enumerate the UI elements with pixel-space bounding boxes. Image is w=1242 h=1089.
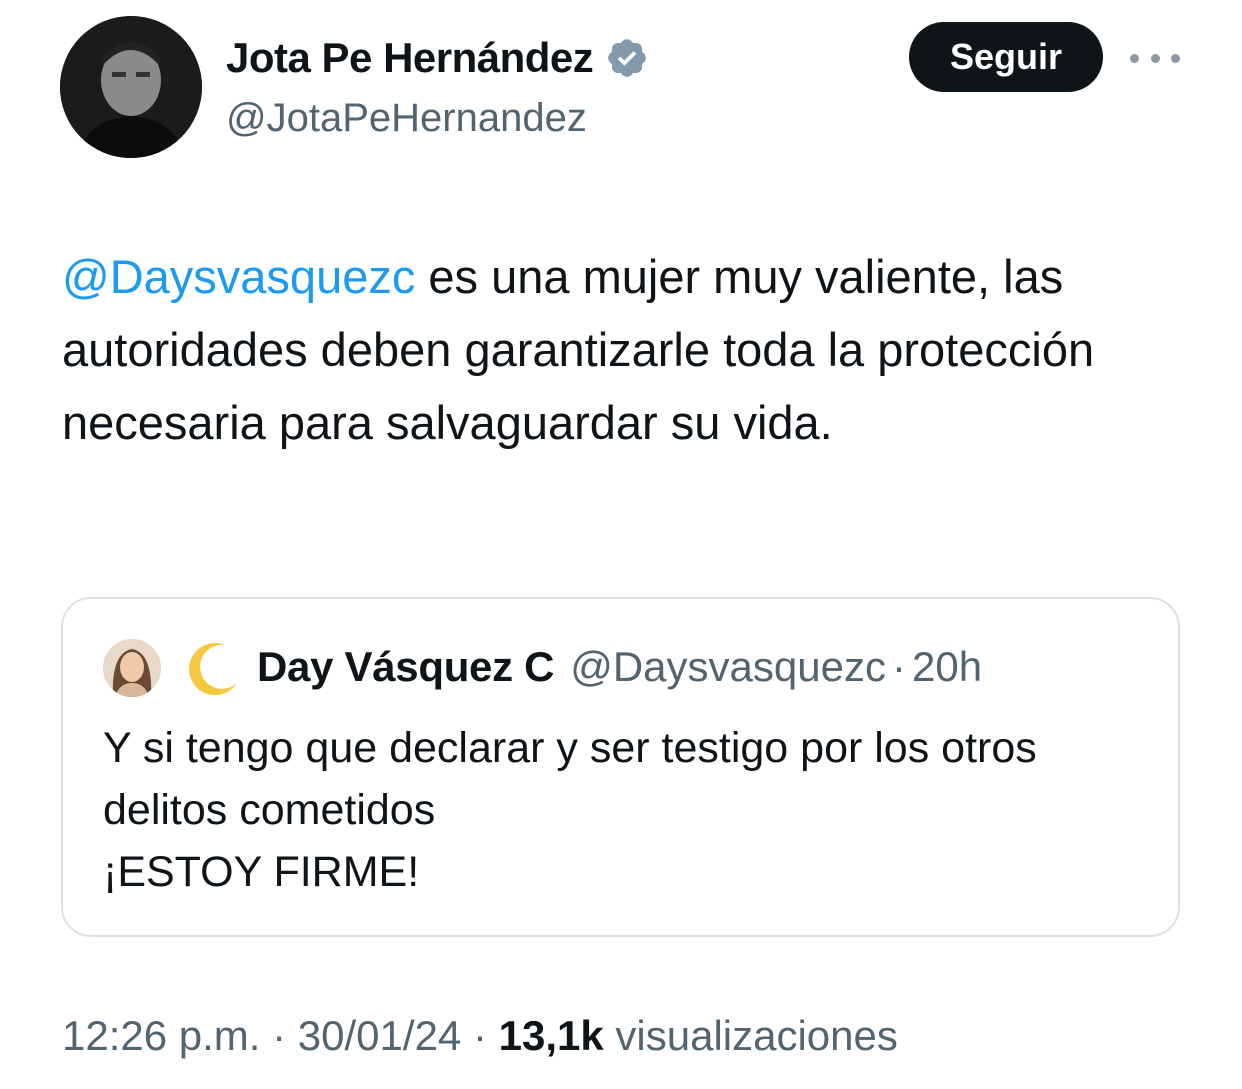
quote-author-avatar[interactable]: [103, 639, 161, 697]
meta-separator: ·: [461, 1012, 499, 1059]
meta-separator: ·: [260, 1012, 298, 1059]
quote-text: Y si tengo que declarar y ser testigo po…: [103, 724, 1037, 896]
quoted-tweet-card[interactable]: Day Vásquez C @Daysvasquezc · 20h Y si t…: [61, 597, 1180, 937]
tweet-date[interactable]: 30/01/24: [298, 1012, 462, 1059]
crescent-moon-icon: [189, 643, 237, 696]
quote-avatar-photo: [103, 639, 161, 697]
quote-separator: ·: [891, 643, 906, 690]
author-name[interactable]: Jota Pe Hernández: [226, 34, 594, 82]
quote-author-handle[interactable]: @Daysvasquezc: [570, 643, 886, 691]
quote-author-name[interactable]: Day Vásquez C: [257, 643, 555, 691]
more-horizontal-icon-dot: [1150, 53, 1160, 63]
views-label: visualizaciones: [603, 1012, 898, 1059]
author-avatar[interactable]: [60, 16, 202, 158]
more-options-button[interactable]: [1130, 40, 1180, 76]
quote-header: Day Vásquez C @Daysvasquezc · 20h: [257, 643, 982, 691]
views-count: 13,1k: [498, 1012, 604, 1059]
verified-badge-icon: [608, 39, 647, 77]
avatar-photo: [60, 16, 202, 158]
tweet-mention-link[interactable]: @Daysvasquezc: [62, 250, 415, 303]
author-handle[interactable]: @JotaPeHernandez: [226, 96, 587, 141]
author-name-row[interactable]: Jota Pe Hernández: [226, 34, 649, 82]
more-horizontal-icon-dot: [1130, 53, 1139, 63]
more-horizontal-icon-dot: [1171, 53, 1180, 63]
follow-button[interactable]: Seguir: [909, 22, 1103, 92]
quote-timestamp[interactable]: 20h: [912, 643, 982, 691]
tweet-metadata: 12:26 p.m. · 30/01/24 · 13,1k visualizac…: [62, 1012, 898, 1060]
tweet-text: @Daysvasquezc es una mujer muy valiente,…: [62, 240, 1182, 459]
tweet-time[interactable]: 12:26 p.m.: [62, 1012, 260, 1059]
